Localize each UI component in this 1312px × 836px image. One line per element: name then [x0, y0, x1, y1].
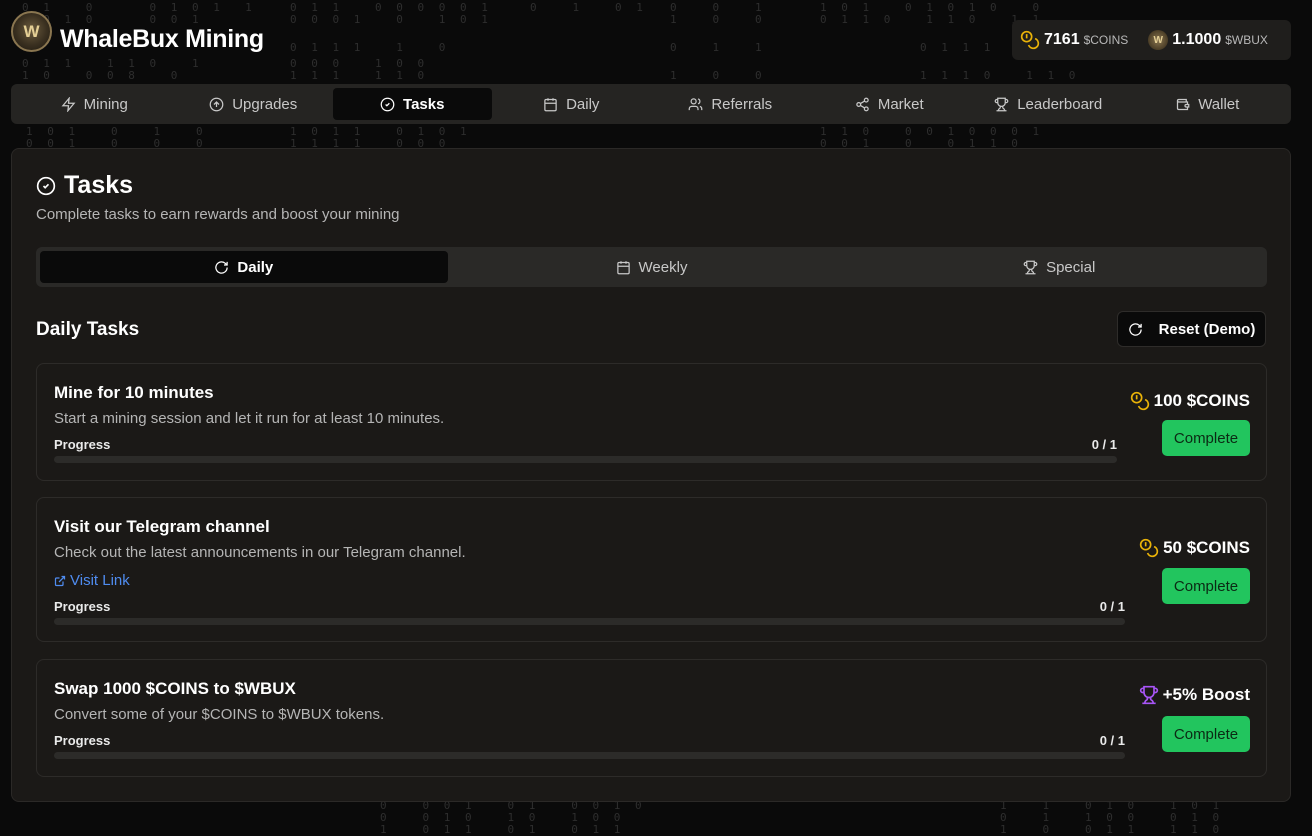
wallet-icon [1177, 98, 1190, 110]
page-title: Tasks [36, 171, 133, 200]
reward-text: 50 $COINS [1163, 538, 1250, 557]
reward-text: +5% Boost [1162, 685, 1250, 704]
coins-icon [1130, 391, 1149, 411]
coins-unit: $COINS [1083, 33, 1129, 47]
check-circle-icon [380, 97, 395, 111]
complete-button[interactable]: Complete [1162, 420, 1250, 456]
tab-daily[interactable]: Daily [492, 88, 651, 120]
progress-bar [54, 752, 1125, 759]
zap-icon [61, 96, 76, 112]
progress-label: Progress [54, 599, 111, 614]
tab-label: Market [877, 95, 924, 113]
app-title: WhaleBux Mining [60, 25, 264, 53]
users-icon [688, 97, 703, 110]
task-period-tabs: Daily Weekly Special [36, 247, 1267, 287]
progress-count: 0 / 1 [1099, 733, 1125, 748]
page-subtitle: Complete tasks to earn rewards and boost… [36, 206, 400, 223]
refresh-icon [215, 260, 229, 274]
tab-label: Wallet [1198, 95, 1240, 113]
task-description: Convert some of your $COINS to $WBUX tok… [54, 706, 385, 723]
balance-bar: 7161 $COINS W 1.1000 $WBUX [1012, 20, 1291, 60]
coins-amount: 7161 [1044, 31, 1080, 48]
reset-label: Reset (Demo) [1158, 320, 1256, 338]
wbux-coin-icon: W [1148, 30, 1169, 50]
task-card: Mine for 10 minutes Start a mining sessi… [36, 363, 1267, 481]
calendar-icon [616, 260, 630, 274]
whale-coin-logo-icon: W [11, 11, 52, 52]
tab-referrals[interactable]: Referrals [651, 88, 810, 120]
tab-wallet[interactable]: Wallet [1128, 88, 1287, 120]
task-card: Swap 1000 $COINS to $WBUX Convert some o… [36, 659, 1267, 777]
tab-label: Daily [566, 95, 600, 113]
page-title-text: Tasks [64, 171, 134, 199]
tab-label: Special [1046, 258, 1096, 276]
task-title: Swap 1000 $COINS to $WBUX [54, 679, 296, 698]
wbux-unit: $WBUX [1225, 33, 1268, 47]
task-reward: 50 $COINS [1139, 538, 1250, 558]
progress-bar [54, 618, 1125, 625]
tab-label: Upgrades [232, 95, 298, 113]
progress-bar [54, 456, 1117, 463]
arrow-up-circle-icon [209, 97, 224, 111]
wbux-amount: 1.1000 [1172, 31, 1222, 48]
progress-label: Progress [54, 733, 111, 748]
tab-label: Tasks [403, 95, 445, 113]
task-title: Visit our Telegram channel [54, 517, 270, 536]
coins-icon [1139, 538, 1159, 558]
trophy-icon [994, 97, 1009, 111]
app-header: W WhaleBux Mining 7161 $COINS W 1.1000 $… [0, 0, 1312, 80]
tab-market[interactable]: Market [810, 88, 969, 120]
wbux-balance: W 1.1000 $WBUX [1148, 30, 1268, 50]
main-nav: Mining Upgrades Tasks Daily Referrals Ma… [11, 84, 1291, 124]
section-title: Daily Tasks [36, 319, 140, 340]
tab-leaderboard[interactable]: Leaderboard [969, 88, 1128, 120]
tab-mining[interactable]: Mining [15, 88, 174, 120]
tab-tasks[interactable]: Tasks [333, 88, 492, 120]
complete-button[interactable]: Complete [1162, 716, 1250, 752]
share-icon [856, 97, 869, 111]
complete-button[interactable]: Complete [1162, 568, 1250, 604]
tab-daily-tasks[interactable]: Daily [40, 251, 448, 283]
trophy-icon [1139, 685, 1158, 705]
tab-weekly-tasks[interactable]: Weekly [448, 251, 856, 283]
tab-label: Mining [83, 95, 128, 113]
reward-text: 100 $COINS [1153, 391, 1250, 410]
visit-link-text: Visit Link [70, 572, 130, 589]
task-description: Check out the latest announcements in ou… [54, 544, 466, 561]
task-description: Start a mining session and let it run fo… [54, 410, 445, 427]
external-link-icon [54, 575, 66, 586]
tab-label: Daily [237, 258, 274, 276]
tasks-panel: Tasks Complete tasks to earn rewards and… [11, 148, 1291, 802]
task-reward: +5% Boost [1139, 685, 1250, 705]
check-circle-icon [36, 176, 56, 195]
tab-upgrades[interactable]: Upgrades [174, 88, 333, 120]
tab-label: Leaderboard [1017, 95, 1103, 113]
progress-label: Progress [54, 437, 111, 452]
task-title: Mine for 10 minutes [54, 383, 214, 402]
progress-count: 0 / 1 [1099, 599, 1125, 614]
refresh-icon [1128, 322, 1142, 336]
coins-icon [1020, 30, 1040, 50]
tab-label: Weekly [638, 258, 688, 276]
task-reward: 100 $COINS [1130, 391, 1250, 411]
task-card: Visit our Telegram channel Check out the… [36, 497, 1267, 642]
reset-demo-button[interactable]: Reset (Demo) [1117, 311, 1266, 347]
tab-label: Referrals [711, 95, 773, 113]
tab-special-tasks[interactable]: Special [855, 251, 1263, 283]
trophy-icon [1023, 260, 1038, 274]
coins-balance: 7161 $COINS [1020, 30, 1128, 50]
calendar-icon [544, 97, 557, 111]
progress-count: 0 / 1 [1091, 437, 1117, 452]
visit-link[interactable]: Visit Link [54, 572, 130, 589]
